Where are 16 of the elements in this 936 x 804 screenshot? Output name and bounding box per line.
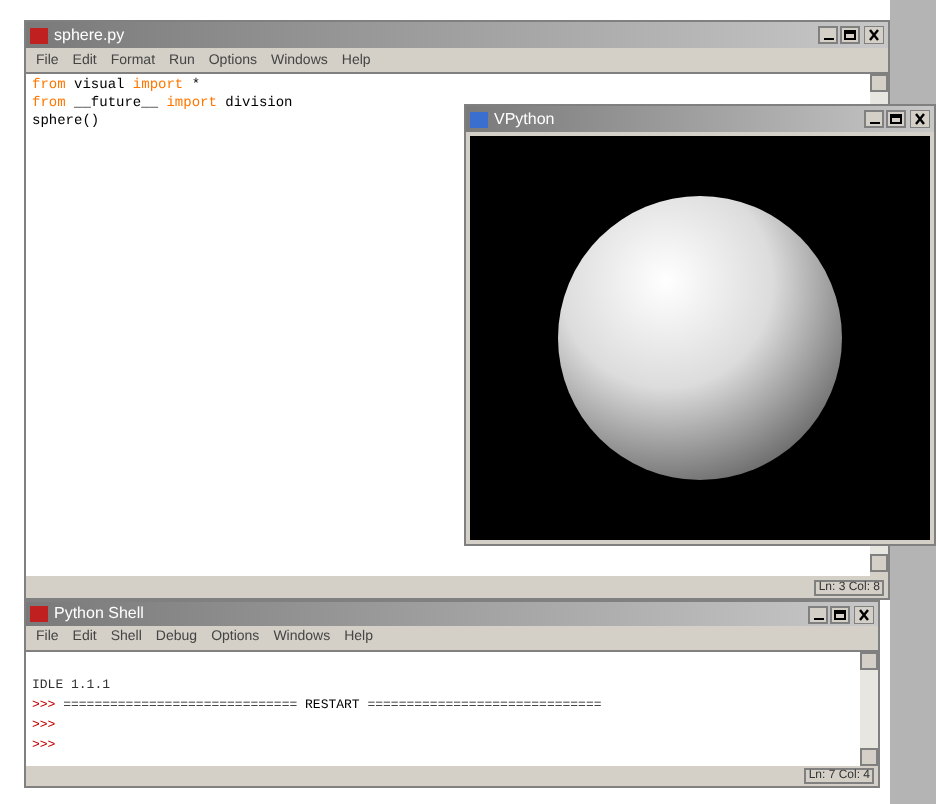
minimize-icon[interactable]	[808, 605, 828, 624]
maximize-icon[interactable]	[830, 605, 850, 624]
maximize-icon[interactable]	[886, 110, 906, 128]
window-title: Python Shell	[54, 606, 144, 623]
close-icon[interactable]	[910, 110, 930, 128]
app-icon	[30, 27, 48, 43]
close-icon[interactable]	[854, 605, 874, 624]
app-icon	[30, 606, 48, 623]
app-icon	[470, 111, 488, 127]
minimize-icon[interactable]	[818, 26, 838, 44]
window-title: VPython	[494, 111, 555, 127]
maximize-icon[interactable]	[840, 26, 860, 44]
window-title: sphere.py	[54, 27, 125, 43]
scrollbar[interactable]	[860, 651, 878, 766]
minimize-icon[interactable]	[864, 110, 884, 128]
close-icon[interactable]	[864, 26, 884, 44]
